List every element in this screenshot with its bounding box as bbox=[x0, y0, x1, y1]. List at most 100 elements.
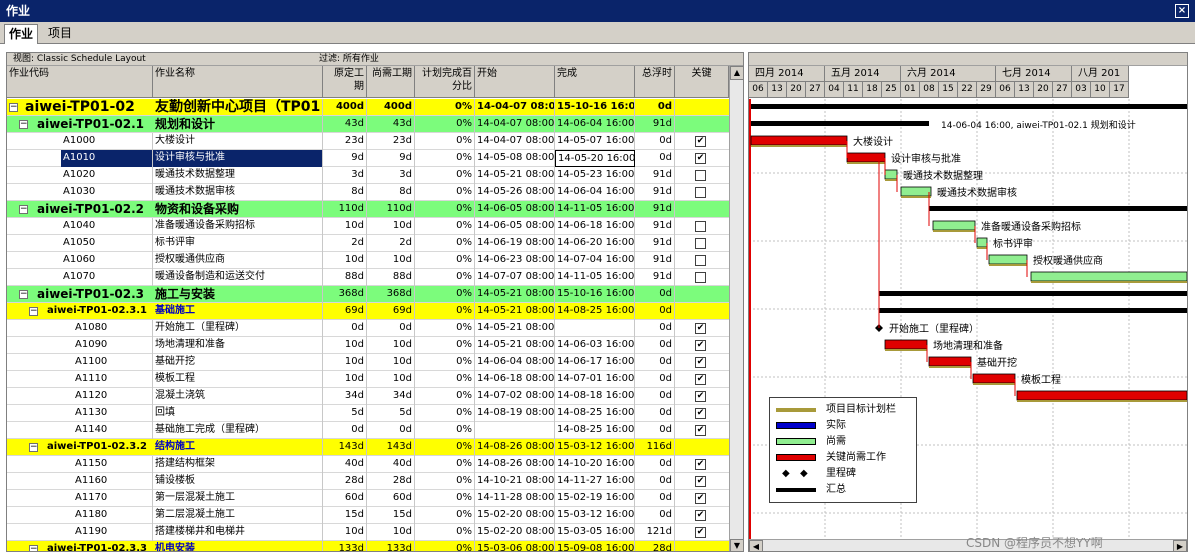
critical-checkbox[interactable] bbox=[695, 187, 706, 198]
col-header-start[interactable]: 开始 bbox=[475, 66, 555, 98]
tab-activities[interactable]: 作业 bbox=[4, 24, 39, 44]
finish-date: 15-10-16 16:00 bbox=[555, 286, 635, 303]
finish-date: 14-07-04 16:00 bbox=[555, 252, 635, 269]
collapse-icon[interactable]: − bbox=[29, 443, 38, 452]
wbs-row[interactable]: − aiwei-TP01-02.3.2 结构施工 143d 143d 0% 14-08-26… bbox=[7, 439, 729, 456]
table-row[interactable]: A1170 第一层混凝土施工 60d 60d 0% 14-11-28 08:00 15-02… bbox=[7, 490, 729, 507]
start-date: 14-11-28 08:00 bbox=[475, 490, 555, 507]
critical-checkbox[interactable]: ✔ bbox=[695, 340, 706, 351]
start-date: 14-05-21 08:00 bbox=[475, 337, 555, 354]
tab-projects[interactable]: 项目 bbox=[44, 24, 76, 44]
table-row[interactable]: A1130 回填 5d 5d 0% 14-08-19 08:00 14-08-25 16:0… bbox=[7, 405, 729, 422]
collapse-icon[interactable]: − bbox=[29, 545, 38, 551]
critical-checkbox[interactable] bbox=[695, 170, 706, 181]
col-header-id[interactable]: 作业代码 bbox=[7, 66, 153, 98]
finish-date: 14-11-27 16:00 bbox=[555, 473, 635, 490]
critical-checkbox[interactable]: ✔ bbox=[695, 408, 706, 419]
table-row[interactable]: A1100 基础开挖 10d 10d 0% 14-06-04 08:00 14-06-17 … bbox=[7, 354, 729, 371]
wbs-row[interactable]: − aiwei-TP01-02.2 物资和设备采购 110d 110d 0% 14-06-0… bbox=[7, 201, 729, 218]
col-header-name[interactable]: 作业名称 bbox=[153, 66, 323, 98]
scroll-left-icon[interactable]: ◀ bbox=[749, 540, 763, 551]
baseline-bar bbox=[751, 145, 847, 147]
total-float: 0d bbox=[635, 303, 675, 320]
start-date: 14-06-04 08:00 bbox=[475, 354, 555, 371]
col-header-total-float[interactable]: 总浮时 bbox=[635, 66, 675, 98]
critical-checkbox[interactable]: ✔ bbox=[695, 374, 706, 385]
critical-checkbox[interactable] bbox=[695, 255, 706, 266]
start-date: 14-05-21 08:00 bbox=[475, 167, 555, 184]
finish-date: 14-05-20 16:00 bbox=[555, 150, 635, 167]
wbs-row[interactable]: − aiwei-TP01-02.3.3 机电安装 133d 133d 0% 15-03-06… bbox=[7, 541, 729, 551]
scroll-up-icon[interactable]: ▲ bbox=[730, 66, 743, 80]
collapse-icon[interactable]: − bbox=[29, 307, 38, 316]
total-float: 91d bbox=[635, 269, 675, 286]
collapse-icon[interactable]: − bbox=[19, 120, 28, 129]
table-row[interactable]: A1040 准备暖通设备采购招标 10d 10d 0% 14-06-05 08:00 14-… bbox=[7, 218, 729, 235]
table-row[interactable]: A1120 混凝土浇筑 34d 34d 0% 14-07-02 08:00 14-08-18… bbox=[7, 388, 729, 405]
critical-checkbox[interactable]: ✔ bbox=[695, 323, 706, 334]
close-icon[interactable]: × bbox=[1175, 4, 1189, 18]
wbs-row[interactable]: − aiwei-TP01-02.1 规划和设计 43d 43d 0% 14-04-07 08… bbox=[7, 116, 729, 133]
legend-swatch-critical bbox=[776, 454, 816, 461]
critical-checkbox[interactable] bbox=[695, 221, 706, 232]
vertical-scrollbar[interactable]: ▲ ▼ bbox=[729, 66, 743, 551]
col-header-pct[interactable]: 计划完成百分比 bbox=[415, 66, 475, 98]
critical-checkbox[interactable] bbox=[695, 238, 706, 249]
critical-checkbox[interactable]: ✔ bbox=[695, 391, 706, 402]
table-row[interactable]: A1140 基础施工完成（里程碑） 0d 0d 0% 14-08-25 16:00 0d ✔ bbox=[7, 422, 729, 439]
critical-checkbox[interactable]: ✔ bbox=[695, 153, 706, 164]
table-row[interactable]: A1000 大楼设计 23d 23d 0% 14-04-07 08:00 14-05-07 … bbox=[7, 133, 729, 150]
critical-checkbox[interactable]: ✔ bbox=[695, 425, 706, 436]
wbs-row[interactable]: − aiwei-TP01-02.3 施工与安装 368d 368d 0% 14-05-21 … bbox=[7, 286, 729, 303]
wbs-row[interactable]: − aiwei-TP01-02.3.1 基础施工 69d 69d 0% 14-05-21 0… bbox=[7, 303, 729, 320]
table-row[interactable]: A1190 搭建楼梯井和电梯井 10d 10d 0% 15-02-20 08:00 15-0… bbox=[7, 524, 729, 541]
table-row[interactable]: A1010 设计审核与批准 9d 9d 0% 14-05-08 08:00 14-05-20… bbox=[7, 150, 729, 167]
critical-checkbox[interactable]: ✔ bbox=[695, 527, 706, 538]
critical-checkbox[interactable]: ✔ bbox=[695, 510, 706, 521]
table-row[interactable]: A1060 授权暖通供应商 10d 10d 0% 14-06-23 08:00 14-07-… bbox=[7, 252, 729, 269]
table-row[interactable]: A1160 铺设楼板 28d 28d 0% 14-10-21 08:00 14-11-27 … bbox=[7, 473, 729, 490]
col-header-orig-dur[interactable]: 原定工期 bbox=[323, 66, 367, 98]
scroll-right-icon[interactable]: ▶ bbox=[1173, 540, 1187, 551]
table-row[interactable]: A1180 第二层混凝土施工 15d 15d 0% 15-02-20 08:00 15-03… bbox=[7, 507, 729, 524]
collapse-icon[interactable]: − bbox=[19, 205, 28, 214]
critical-checkbox[interactable]: ✔ bbox=[695, 476, 706, 487]
wbs-name: 物资和设备采购 bbox=[153, 201, 323, 218]
critical-checkbox[interactable]: ✔ bbox=[695, 493, 706, 504]
total-float: 91d bbox=[635, 184, 675, 201]
remaining-duration: 15d bbox=[367, 507, 415, 524]
finish-date: 14-10-20 16:00 bbox=[555, 456, 635, 473]
baseline-bar bbox=[885, 179, 897, 181]
wbs-row[interactable]: − aiwei-TP01-02 友勤创新中心项目（TP01 400d 400d 0% 14-… bbox=[7, 99, 729, 116]
activity-id: A1100 bbox=[73, 354, 153, 371]
table-row[interactable]: A1070 暖通设备制造和运送交付 88d 88d 0% 14-07-07 08:00 14… bbox=[7, 269, 729, 286]
table-row[interactable]: A1150 搭建结构框架 40d 40d 0% 14-08-26 08:00 14-10-2… bbox=[7, 456, 729, 473]
critical-checkbox[interactable]: ✔ bbox=[695, 459, 706, 470]
table-row[interactable]: A1110 模板工程 10d 10d 0% 14-06-18 08:00 14-07-01 … bbox=[7, 371, 729, 388]
scroll-down-icon[interactable]: ▼ bbox=[730, 539, 743, 551]
view-layout-label[interactable]: 视图: Classic Schedule Layout bbox=[13, 53, 146, 66]
remaining-duration: 368d bbox=[367, 286, 415, 303]
filter-label[interactable]: 过滤: 所有作业 bbox=[319, 53, 379, 66]
col-header-critical[interactable]: 关键 bbox=[675, 66, 729, 98]
bar-label: 标书评审 bbox=[993, 237, 1033, 250]
timescale-week: 11 bbox=[844, 82, 863, 98]
col-header-finish[interactable]: 完成 bbox=[555, 66, 635, 98]
total-float: 91d bbox=[635, 167, 675, 184]
critical-checkbox[interactable]: ✔ bbox=[695, 136, 706, 147]
col-header-rem-dur[interactable]: 尚需工期 bbox=[367, 66, 415, 98]
remaining-duration: 0d bbox=[367, 422, 415, 439]
table-row[interactable]: A1020 暖通技术数据整理 3d 3d 0% 14-05-21 08:00 14-05-2… bbox=[7, 167, 729, 184]
finish-date: 14-11-05 16:00 bbox=[555, 201, 635, 218]
start-date: 14-07-02 08:00 bbox=[475, 388, 555, 405]
collapse-icon[interactable]: − bbox=[9, 103, 18, 112]
table-row[interactable]: A1080 开始施工（里程碑） 0d 0d 0% 14-05-21 08:00 0d ✔ bbox=[7, 320, 729, 337]
collapse-icon[interactable]: − bbox=[19, 290, 28, 299]
remaining-duration: 3d bbox=[367, 167, 415, 184]
critical-checkbox[interactable] bbox=[695, 272, 706, 283]
total-float: 0d bbox=[635, 320, 675, 337]
critical-checkbox[interactable]: ✔ bbox=[695, 357, 706, 368]
table-row[interactable]: A1030 暖通技术数据审核 8d 8d 0% 14-05-26 08:00 14-06-0… bbox=[7, 184, 729, 201]
table-row[interactable]: A1050 标书评审 2d 2d 0% 14-06-19 08:00 14-06-20 16… bbox=[7, 235, 729, 252]
table-row[interactable]: A1090 场地清理和准备 10d 10d 0% 14-05-21 08:00 14-06-… bbox=[7, 337, 729, 354]
